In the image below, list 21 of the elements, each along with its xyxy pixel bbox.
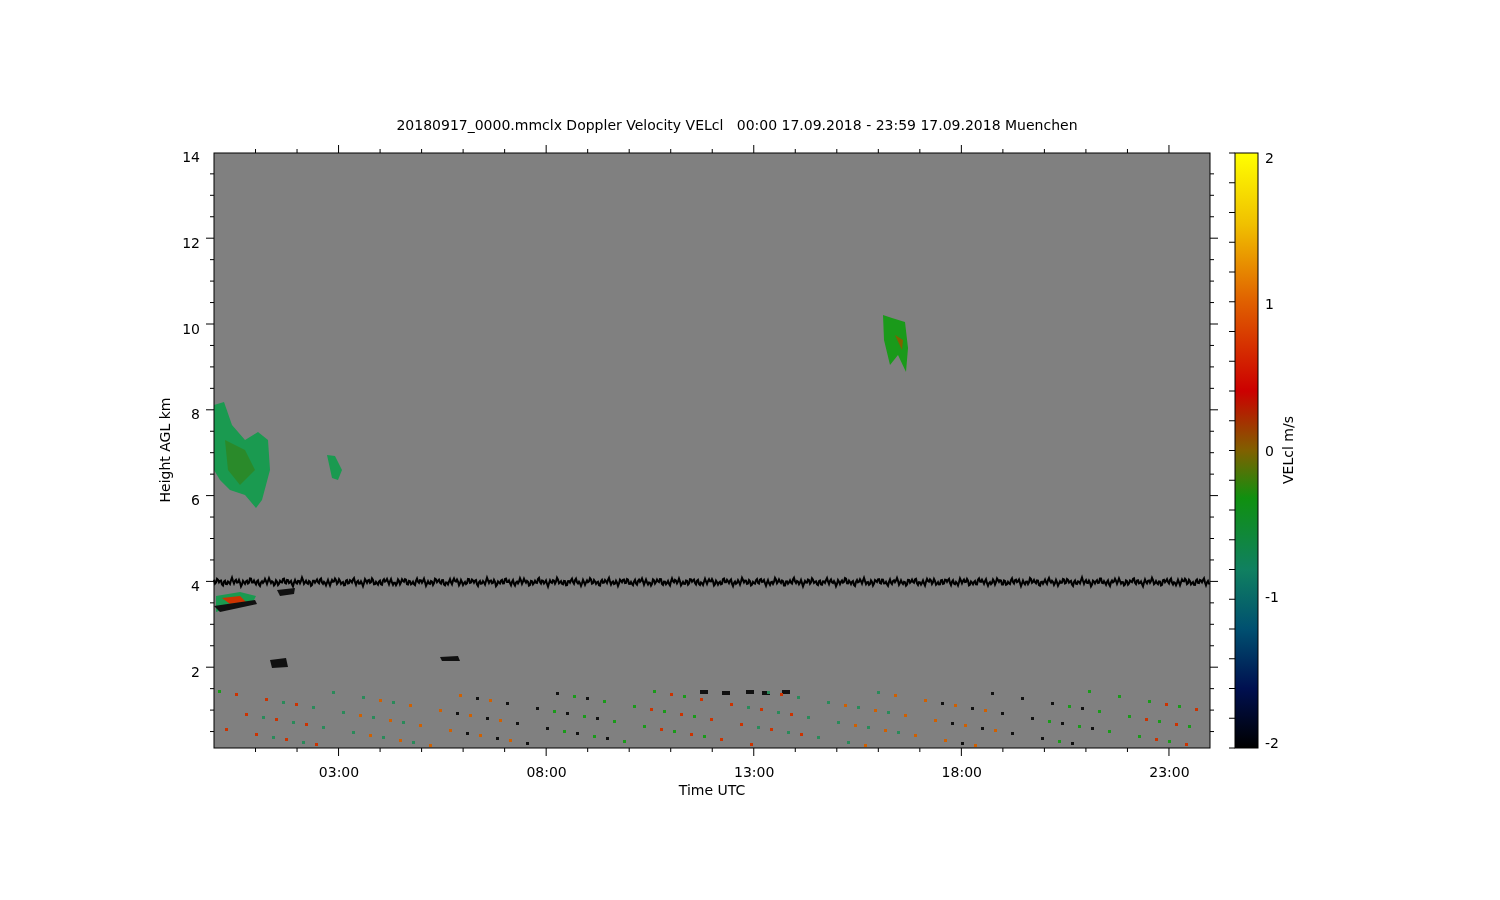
- colorbar-label: VELcl m/s: [1280, 416, 1296, 484]
- y-tick-label: 2: [191, 663, 200, 680]
- y-tick-label: 6: [191, 492, 200, 509]
- y-tick-label: 10: [182, 320, 200, 337]
- chart-title: 20180917_0000.mmclx Doppler Velocity VELcl 00:00 17.09.2018 - 23:59 17.09.2018 Muenchen: [396, 117, 1078, 133]
- colorbar-tick-label: -1: [1265, 588, 1279, 605]
- x-tick-label: 08:00: [526, 764, 567, 780]
- x-tick-label: 03:00: [318, 764, 360, 780]
- y-tick-label: 12: [182, 234, 200, 251]
- x-tick-label: 18:00: [941, 764, 982, 780]
- x-tick-label: 13:00: [734, 764, 775, 780]
- colorbar-tick-label: -2: [1265, 735, 1279, 752]
- colorbar-tick-label: 0: [1265, 442, 1274, 459]
- y-axis-label: Height AGL km: [157, 397, 173, 503]
- y-tick-label: 8: [191, 406, 200, 423]
- y-tick-label: 14: [182, 149, 200, 165]
- x-axis-label: Time UTC: [678, 782, 746, 798]
- colorbar-tick-label: 2: [1265, 150, 1274, 166]
- colorbar-tick-label: 1: [1265, 296, 1274, 313]
- x-tick-label: 23:00: [1149, 764, 1190, 780]
- y-tick-label: 4: [191, 578, 200, 594]
